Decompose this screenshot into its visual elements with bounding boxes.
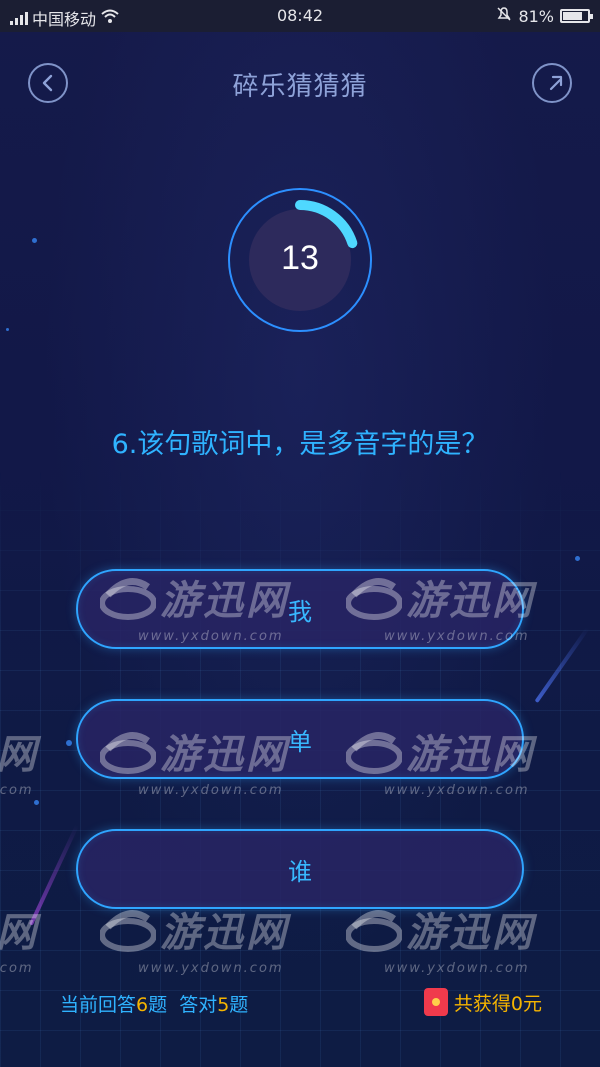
reward-text: 共获得0元 [453,992,542,1015]
stats-prefix: 当前回答 [60,994,137,1016]
page-title: 碎乐猜猜猜 [232,72,368,102]
answered-count: 6 [136,994,149,1016]
battery-percent: 81% [518,6,554,26]
red-packet-icon [423,988,448,1016]
reward-summary[interactable]: 共获得0元 [423,988,542,1016]
decor-dot [32,238,37,243]
question-text: 6.该句歌词中，是多音字的是？ [111,429,489,460]
answer-option-1[interactable]: 我 [76,569,524,649]
app-screen: 中国移动 08:42 81% 碎乐猜猜猜 13 6.该句歌词中，是多音字的是？ [0,0,600,1067]
status-bar: 中国移动 08:42 81% [0,0,600,32]
timer-value: 13 [281,239,319,277]
stats-suffix: 题 [229,994,249,1016]
decor-dot [66,740,72,746]
decor-dot [575,556,580,561]
countdown-timer: 13 [227,187,373,333]
share-icon [549,75,563,91]
stats-mid: 题 答对 [148,994,218,1016]
battery-icon [560,9,593,23]
decor-dot [6,328,9,331]
answer-option-2[interactable]: 单 [76,699,524,779]
battery-level [563,12,583,20]
share-button[interactable] [532,63,572,103]
status-right: 81% [496,6,593,26]
decor-dot [34,800,39,805]
correct-count: 5 [217,994,230,1016]
answer-option-3[interactable]: 谁 [76,829,524,909]
answer-stats: 当前回答6题 答对5题 [60,990,248,1017]
bell-muted-icon [496,6,512,26]
